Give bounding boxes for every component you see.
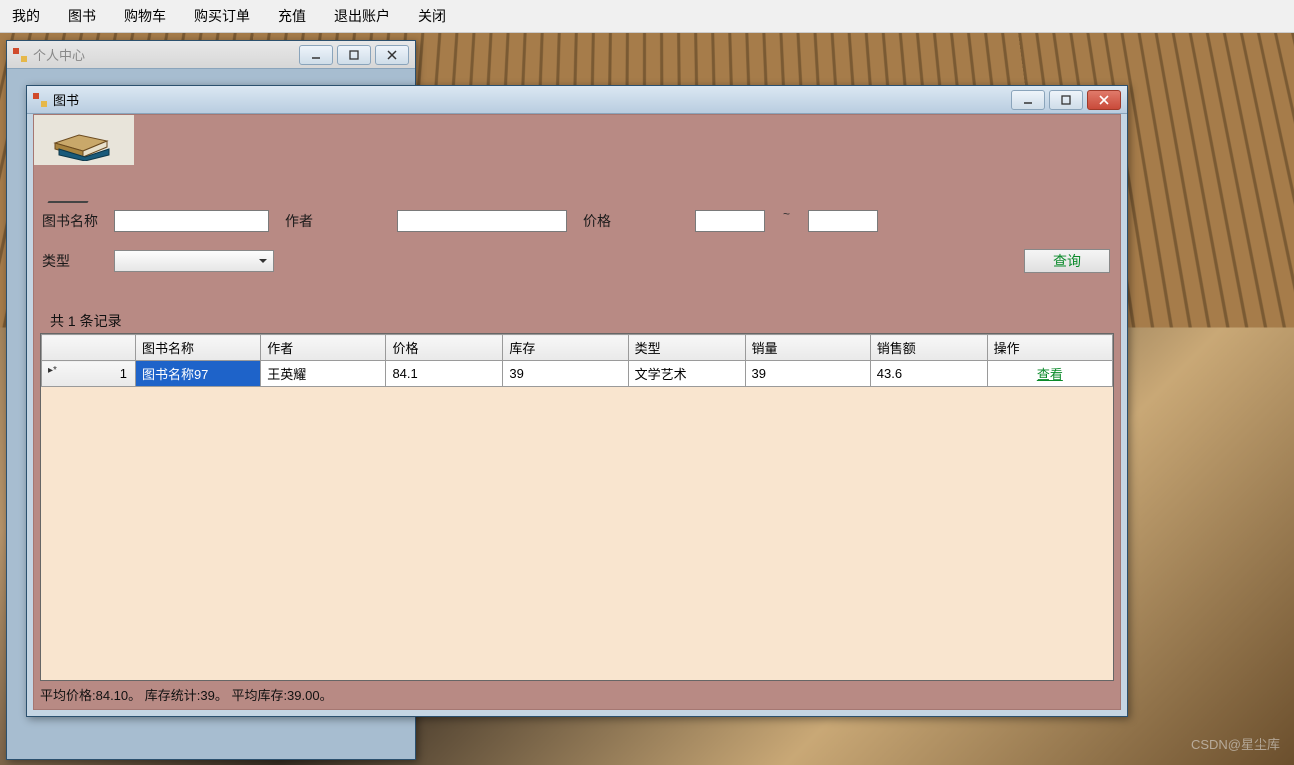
search-panel: 图书名称 作者 价格 ~ 类型 查询 xyxy=(38,207,1116,307)
row-marker-icon: ▸* xyxy=(48,365,57,376)
col-type[interactable]: 类型 xyxy=(628,335,745,361)
title-parent: 个人中心 xyxy=(33,45,85,64)
record-count: 共 1 条记录 xyxy=(50,311,122,331)
menu-orders[interactable]: 购买订单 xyxy=(190,4,254,28)
col-revenue[interactable]: 销售额 xyxy=(870,335,987,361)
row-header-corner[interactable] xyxy=(42,335,136,361)
label-price: 价格 xyxy=(583,211,639,231)
titlebar-parent[interactable]: 个人中心 xyxy=(7,41,415,69)
books-body: 图书名称 作者 价格 ~ 类型 查询 共 1 条记录 xyxy=(33,114,1121,710)
window-books: 图书 图书名称 作者 价格 ~ xyxy=(26,85,1128,717)
menu-cart[interactable]: 购物车 xyxy=(120,4,170,28)
menu-mine[interactable]: 我的 xyxy=(8,4,44,28)
close-button[interactable] xyxy=(1087,90,1121,110)
col-price[interactable]: 价格 xyxy=(386,335,503,361)
input-book-name[interactable] xyxy=(114,210,269,232)
range-separator: ~ xyxy=(781,207,792,221)
minimize-button[interactable] xyxy=(1011,90,1045,110)
cell-book-name[interactable]: 图书名称97 xyxy=(135,361,260,387)
row-index: 1 xyxy=(120,366,127,381)
data-grid[interactable]: 图书名称 作者 价格 库存 类型 销量 销售额 操作 ▸* 1 图书名 xyxy=(40,333,1114,681)
col-sales[interactable]: 销量 xyxy=(745,335,870,361)
label-author: 作者 xyxy=(285,211,341,231)
label-type: 类型 xyxy=(42,251,98,271)
titlebar-books[interactable]: 图书 xyxy=(27,86,1127,114)
cell-author[interactable]: 王英耀 xyxy=(261,361,386,387)
cell-stock[interactable]: 39 xyxy=(503,361,628,387)
main-menubar: 我的 图书 购物车 购买订单 充值 退出账户 关闭 xyxy=(0,0,1294,33)
cell-view-link[interactable]: 查看 xyxy=(987,361,1112,387)
maximize-button[interactable] xyxy=(337,45,371,65)
row-header[interactable]: ▸* 1 xyxy=(42,361,136,387)
app-icon xyxy=(13,48,27,62)
title-books: 图书 xyxy=(53,90,79,109)
input-price-from[interactable] xyxy=(695,210,765,232)
table-row[interactable]: ▸* 1 图书名称97 王英耀 84.1 39 文学艺术 39 43.6 查看 xyxy=(42,361,1113,387)
cell-price[interactable]: 84.1 xyxy=(386,361,503,387)
app-icon xyxy=(33,93,47,107)
status-bar: 平均价格:84.10。 库存统计:39。 平均库存:39.00。 xyxy=(40,683,1114,703)
books-hero-image xyxy=(34,115,134,165)
menu-close[interactable]: 关闭 xyxy=(414,4,450,28)
menu-logout[interactable]: 退出账户 xyxy=(330,4,394,28)
combo-type[interactable] xyxy=(114,250,274,272)
query-button[interactable]: 查询 xyxy=(1024,249,1110,273)
cell-sales[interactable]: 39 xyxy=(745,361,870,387)
minimize-button[interactable] xyxy=(299,45,333,65)
col-book-name[interactable]: 图书名称 xyxy=(135,335,260,361)
cell-revenue[interactable]: 43.6 xyxy=(870,361,987,387)
menu-recharge[interactable]: 充值 xyxy=(274,4,310,28)
watermark-text: CSDN@星尘库 xyxy=(1191,734,1280,753)
decorative-line xyxy=(47,201,88,203)
label-book-name: 图书名称 xyxy=(42,211,98,231)
input-price-to[interactable] xyxy=(808,210,878,232)
col-stock[interactable]: 库存 xyxy=(503,335,628,361)
maximize-button[interactable] xyxy=(1049,90,1083,110)
cell-type[interactable]: 文学艺术 xyxy=(628,361,745,387)
col-author[interactable]: 作者 xyxy=(261,335,386,361)
menu-books[interactable]: 图书 xyxy=(64,4,100,28)
input-author[interactable] xyxy=(397,210,567,232)
col-operation[interactable]: 操作 xyxy=(987,335,1112,361)
close-button[interactable] xyxy=(375,45,409,65)
